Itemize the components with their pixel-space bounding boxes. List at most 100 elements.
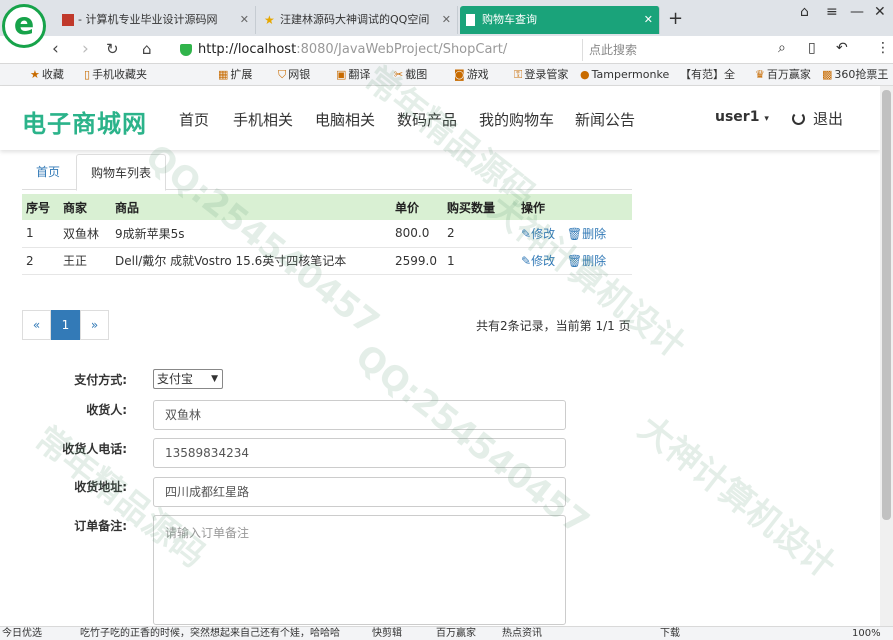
nav-news[interactable]: 新闻公告: [575, 109, 635, 130]
bookmark-item[interactable]: 【有范】全: [680, 64, 735, 85]
close-window-icon[interactable]: ✕: [874, 4, 886, 20]
nav-computers[interactable]: 电脑相关: [315, 109, 375, 130]
col-header: 购买数量: [443, 194, 517, 220]
bookmark-item[interactable]: ✂ 截图: [394, 64, 427, 85]
bookmark-item[interactable]: ★ 收藏: [30, 64, 64, 85]
table-row: 1 双鱼林 9成新苹果5s 800.0 2 ✎修改 🗑删除: [22, 220, 632, 248]
bookmark-item[interactable]: ⚿ 登录管家: [514, 64, 568, 85]
delete-link[interactable]: 🗑删除: [567, 254, 606, 268]
status-item[interactable]: 下载: [660, 627, 680, 640]
trophy-icon: ♛: [755, 68, 765, 81]
status-item[interactable]: 快剪辑: [372, 627, 402, 640]
minimize-icon[interactable]: —: [850, 4, 864, 20]
pencil-icon: ✎: [521, 254, 532, 268]
home-icon[interactable]: ⌂: [142, 38, 152, 60]
col-header: 商家: [59, 194, 111, 220]
cell-shop: 双鱼林: [59, 220, 111, 248]
browser-tab-1[interactable]: - 计算机专业毕业设计源码网 ✕: [56, 6, 256, 34]
bookmark-item[interactable]: ▦ 扩展: [218, 64, 252, 85]
user-menu[interactable]: user1 ▾: [715, 109, 769, 125]
bookmark-item[interactable]: ⛉ 网银: [278, 64, 310, 85]
ticket-icon: ▩: [822, 68, 833, 81]
url-field[interactable]: http://localhost:8080/JavaWebProject/Sho…: [174, 39, 574, 61]
address-input[interactable]: 四川成都红星路: [153, 477, 566, 507]
nav-digital[interactable]: 数码产品: [397, 109, 457, 130]
watermark: 大神计算机设计: [630, 408, 843, 587]
pager-prev[interactable]: «: [22, 310, 51, 340]
key-icon: ⚿: [514, 68, 523, 81]
power-icon: [792, 112, 805, 125]
browser-logo-icon: e: [2, 4, 46, 48]
browser-tab-2[interactable]: ★ 汪建林源码大神调试的QQ空间 ✕: [258, 6, 458, 34]
close-icon[interactable]: ✕: [240, 6, 249, 34]
page-icon: [466, 14, 475, 26]
page-scrollbar[interactable]: [880, 86, 893, 626]
site-brand[interactable]: 电子商城网: [22, 104, 147, 139]
address-label: 收货地址:: [74, 480, 127, 494]
search-input[interactable]: 点此搜索: [582, 39, 792, 61]
cell-price: 2599.0: [391, 247, 443, 275]
search-icon[interactable]: ⌕: [778, 40, 786, 56]
pager-next[interactable]: »: [80, 310, 109, 340]
phone-label: 收货人电话:: [62, 442, 127, 456]
edit-link[interactable]: ✎修改: [521, 254, 555, 268]
pager-page-1[interactable]: 1: [51, 310, 80, 340]
undo-icon[interactable]: ↶: [836, 40, 848, 56]
delete-link[interactable]: 🗑删除: [567, 227, 606, 241]
receiver-label: 收货人:: [86, 403, 127, 417]
edit-link[interactable]: ✎修改: [521, 227, 555, 241]
nav-phones[interactable]: 手机相关: [233, 109, 293, 130]
new-tab-button[interactable]: +: [668, 6, 683, 32]
col-header: 单价: [391, 194, 443, 220]
tab-home[interactable]: 首页: [22, 154, 74, 190]
payment-select[interactable]: 支付宝 ▼: [153, 369, 223, 389]
forward-icon[interactable]: ›: [82, 38, 89, 60]
pencil-icon: ✎: [521, 226, 532, 241]
menu-icon[interactable]: ≡: [826, 4, 838, 20]
browser-tab-bar: - 计算机专业毕业设计源码网 ✕ ★ 汪建林源码大神调试的QQ空间 ✕ 购物车查…: [0, 0, 893, 36]
site-header: 电子商城网 首页 手机相关 电脑相关 数码产品 我的购物车 新闻公告 user1…: [0, 86, 880, 150]
back-icon[interactable]: ‹: [52, 38, 59, 60]
status-item[interactable]: 吃竹子吃的正香的时候，突然想起来自己还有个娃，哈哈哈: [80, 627, 340, 640]
status-item[interactable]: 百万赢家: [436, 627, 476, 640]
note-label: 订单备注:: [74, 519, 127, 533]
bookmark-item[interactable]: ♛ 百万赢家: [755, 64, 811, 85]
nav-home[interactable]: 首页: [179, 109, 209, 130]
status-bar: 今日优选 吃竹子吃的正香的时候，突然想起来自己还有个娃，哈哈哈 快剪辑 百万赢家…: [0, 626, 893, 640]
shirt-icon[interactable]: ⌂: [800, 4, 809, 20]
note-textarea[interactable]: 请输入订单备注: [153, 515, 566, 625]
close-icon[interactable]: ✕: [644, 6, 653, 34]
tab-cart-list[interactable]: 购物车列表: [76, 154, 167, 191]
bookmarks-bar: ★ 收藏 ▯ 手机收藏夹 ▦ 扩展 ⛉ 网银 ▣ 翻译 ✂ 截图 ◙ 游戏 ⚿ 登录管家 ● Ta…: [0, 64, 893, 86]
cell-no: 2: [22, 247, 59, 275]
receiver-input[interactable]: 双鱼林: [153, 400, 566, 430]
scrollbar-thumb[interactable]: [882, 90, 891, 520]
zoom-level[interactable]: 100%: [852, 627, 881, 640]
status-item[interactable]: 热点资讯: [502, 627, 542, 640]
bookmark-item[interactable]: ▣ 翻译: [336, 64, 370, 85]
bookmark-item[interactable]: ● Tampermonke: [580, 64, 669, 85]
browser-tab-active[interactable]: 购物车查询 ✕: [460, 6, 660, 34]
phone-input[interactable]: 13589834234: [153, 438, 566, 468]
bookmark-item[interactable]: ▩ 360抢票王: [822, 64, 888, 85]
logout-link[interactable]: 退出: [792, 108, 843, 129]
puzzle-icon: ▦: [218, 68, 229, 81]
cell-no: 1: [22, 220, 59, 248]
red-square-icon: [62, 14, 74, 26]
col-header: 序号: [22, 194, 59, 220]
reload-icon[interactable]: ↻: [106, 38, 119, 60]
nav-my-cart[interactable]: 我的购物车: [479, 109, 554, 130]
cell-price: 800.0: [391, 220, 443, 248]
shield-icon: [180, 44, 192, 56]
phone-icon[interactable]: ▯: [808, 40, 816, 56]
gamepad-icon: ◙: [454, 68, 465, 81]
trash-icon: 🗑: [566, 254, 583, 268]
bookmark-item[interactable]: ◙ 游戏: [454, 64, 489, 85]
status-item[interactable]: 今日优选: [2, 627, 42, 640]
payment-label: 支付方式:: [74, 373, 127, 387]
close-icon[interactable]: ✕: [442, 6, 451, 34]
trash-icon: 🗑: [566, 226, 583, 241]
bookmark-item[interactable]: ▯ 手机收藏夹: [84, 64, 147, 85]
more-icon[interactable]: ⋮: [876, 40, 890, 56]
table-header-row: 序号 商家 商品 单价 购买数量 操作: [22, 194, 632, 220]
